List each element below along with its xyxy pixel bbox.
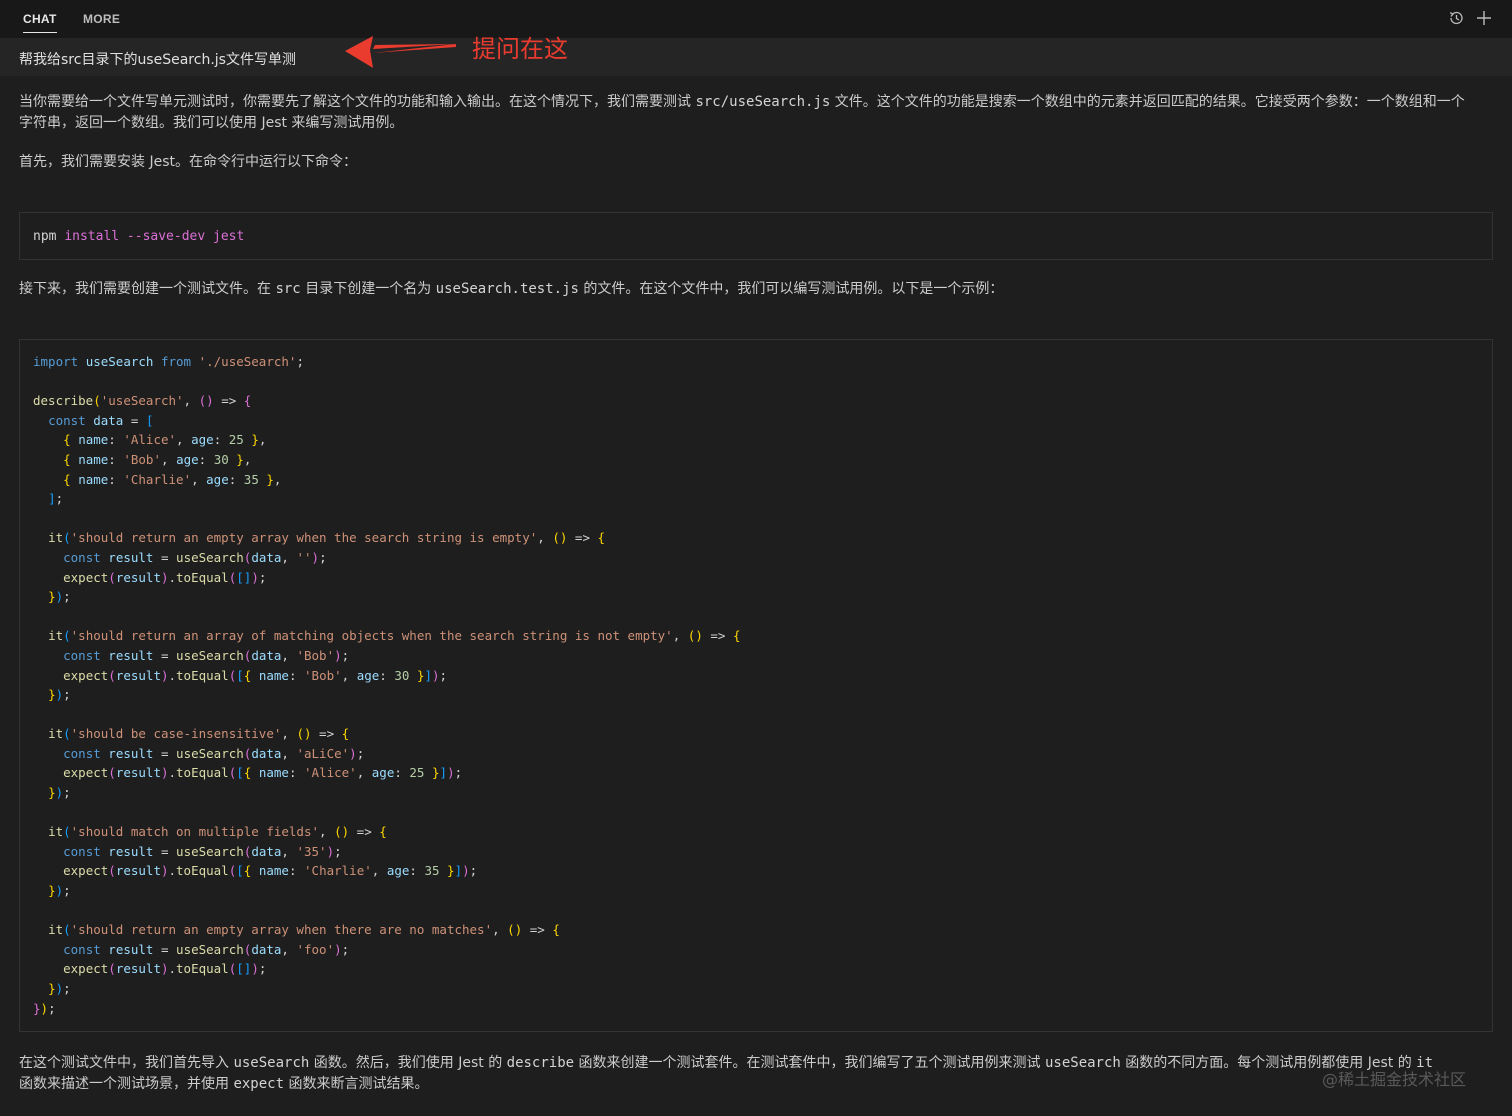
user-question: 帮我给src目录下的useSearch.js文件写单测 [19, 52, 296, 68]
intro-text-line2: 字符串，返回一个数组。我们可以使用 Jest 来编写测试用例。 [19, 115, 404, 131]
intro-text-cont: 文件。这个文件的功能是搜索一个数组中的元素并返回匹配的结果。它接受两个参数：一个… [830, 94, 1465, 110]
inline-code-usesearch: useSearch [233, 1055, 310, 1071]
create-text: 接下来，我们需要创建一个测试文件。在 [19, 281, 276, 297]
code-npm: npm [33, 229, 57, 244]
explain-text-2: 函数。然后，我们使用 Jest 的 [309, 1055, 507, 1071]
history-icon[interactable] [1447, 9, 1465, 27]
answer-paragraph-intro: 当你需要给一个文件写单元测试时，你需要先了解这个文件的功能和输入输出。在这个情况… [19, 92, 1494, 134]
annotation-arrow-icon [345, 36, 456, 68]
inline-code-testfile: useSearch.test.js [435, 281, 579, 297]
annotation-label: 提问在这 [472, 35, 568, 63]
create-text-end: 的文件。在这个文件中，我们可以编写测试用例。以下是一个示例： [578, 281, 1004, 297]
inline-code-describe: describe [506, 1055, 575, 1071]
question-bar: 帮我给src目录下的useSearch.js文件写单测 [0, 38, 1512, 76]
explain-text-5: 函数来描述一个测试场景，并使用 [19, 1076, 234, 1092]
intro-text: 当你需要给一个文件写单元测试时，你需要先了解这个文件的功能和输入输出。在这个情况… [19, 94, 696, 110]
install-code-block[interactable]: npm install --save-dev jest [19, 212, 1493, 260]
top-bar: CHAT MORE [0, 0, 1512, 38]
answer-paragraph-create-file: 接下来，我们需要创建一个测试文件。在 src 目录下创建一个名为 useSear… [19, 279, 1494, 300]
code-install-args: install --save-dev jest [64, 229, 245, 244]
inline-code-expect: expect [233, 1076, 285, 1092]
answer-paragraph-install: 首先，我们需要安装 Jest。在命令行中运行以下命令： [19, 154, 357, 170]
explain-text-6: 函数来断言测试结果。 [284, 1076, 429, 1092]
code-content: import useSearch from './useSearch'; des… [33, 354, 741, 1016]
inline-code-filepath: src/useSearch.js [695, 94, 831, 110]
inline-code-src: src [275, 281, 301, 297]
test-code-block[interactable]: import useSearch from './useSearch'; des… [19, 339, 1493, 1032]
watermark: @稀土掘金技术社区 [1322, 1070, 1467, 1089]
inline-code-usesearch-2: useSearch [1044, 1055, 1121, 1071]
explain-text: 在这个测试文件中，我们首先导入 [19, 1055, 234, 1071]
create-text-cont: 目录下创建一个名为 [300, 281, 436, 297]
explain-text-3: 函数来创建一个测试套件。在测试套件中，我们编写了五个测试用例来测试 [574, 1055, 1045, 1071]
tab-chat[interactable]: CHAT [23, 12, 57, 33]
add-icon[interactable] [1475, 9, 1493, 27]
answer-paragraph-explain: 在这个测试文件中，我们首先导入 useSearch 函数。然后，我们使用 Jes… [19, 1053, 1494, 1095]
tab-more[interactable]: MORE [83, 12, 120, 26]
